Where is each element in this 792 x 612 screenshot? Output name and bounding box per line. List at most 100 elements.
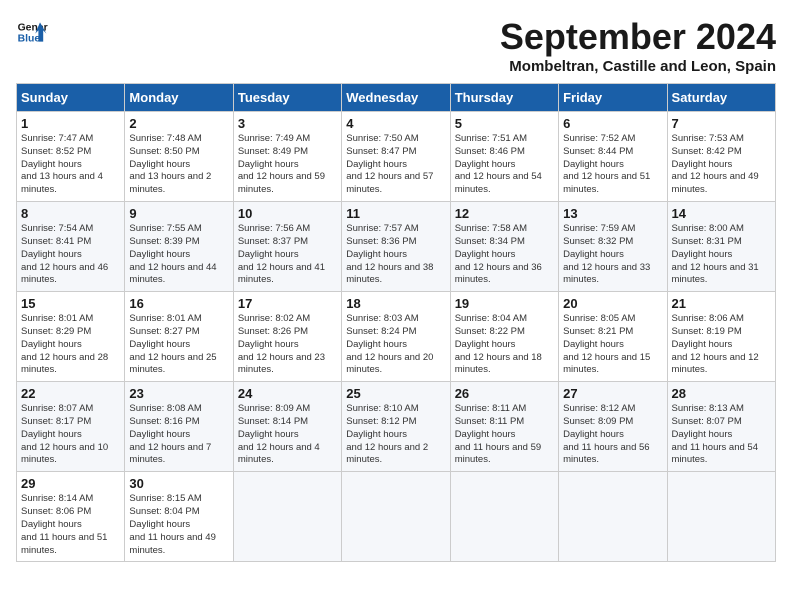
day-number: 11 bbox=[346, 206, 445, 221]
day-info: Sunrise: 7:57 AM Sunset: 8:36 PM Dayligh… bbox=[346, 223, 445, 287]
day-info: Sunrise: 8:01 AM Sunset: 8:29 PM Dayligh… bbox=[21, 313, 120, 377]
day-number: 17 bbox=[238, 296, 337, 311]
table-row bbox=[342, 472, 450, 562]
day-number: 21 bbox=[672, 296, 771, 311]
day-info: Sunrise: 8:13 AM Sunset: 8:07 PM Dayligh… bbox=[672, 403, 771, 467]
table-row: 20 Sunrise: 8:05 AM Sunset: 8:21 PM Dayl… bbox=[559, 292, 667, 382]
day-info: Sunrise: 7:49 AM Sunset: 8:49 PM Dayligh… bbox=[238, 133, 337, 197]
day-number: 15 bbox=[21, 296, 120, 311]
day-number: 8 bbox=[21, 206, 120, 221]
table-row: 24 Sunrise: 8:09 AM Sunset: 8:14 PM Dayl… bbox=[233, 382, 341, 472]
month-title: September 2024 bbox=[500, 16, 776, 58]
table-row: 22 Sunrise: 8:07 AM Sunset: 8:17 PM Dayl… bbox=[17, 382, 125, 472]
table-row: 16 Sunrise: 8:01 AM Sunset: 8:27 PM Dayl… bbox=[125, 292, 233, 382]
location-title: Mombeltran, Castille and Leon, Spain bbox=[500, 58, 776, 75]
day-info: Sunrise: 8:14 AM Sunset: 8:06 PM Dayligh… bbox=[21, 493, 120, 557]
day-number: 4 bbox=[346, 116, 445, 131]
title-area: September 2024 Mombeltran, Castille and … bbox=[500, 16, 776, 75]
table-row: 30 Sunrise: 8:15 AM Sunset: 8:04 PM Dayl… bbox=[125, 472, 233, 562]
day-number: 18 bbox=[346, 296, 445, 311]
day-info: Sunrise: 8:00 AM Sunset: 8:31 PM Dayligh… bbox=[672, 223, 771, 287]
day-info: Sunrise: 7:50 AM Sunset: 8:47 PM Dayligh… bbox=[346, 133, 445, 197]
table-row: 3 Sunrise: 7:49 AM Sunset: 8:49 PM Dayli… bbox=[233, 112, 341, 202]
day-number: 9 bbox=[129, 206, 228, 221]
table-row: 12 Sunrise: 7:58 AM Sunset: 8:34 PM Dayl… bbox=[450, 202, 558, 292]
calendar-table: Sunday Monday Tuesday Wednesday Thursday… bbox=[16, 83, 776, 562]
day-number: 14 bbox=[672, 206, 771, 221]
table-row: 8 Sunrise: 7:54 AM Sunset: 8:41 PM Dayli… bbox=[17, 202, 125, 292]
day-number: 7 bbox=[672, 116, 771, 131]
table-row bbox=[667, 472, 775, 562]
day-number: 3 bbox=[238, 116, 337, 131]
table-row: 5 Sunrise: 7:51 AM Sunset: 8:46 PM Dayli… bbox=[450, 112, 558, 202]
day-info: Sunrise: 8:06 AM Sunset: 8:19 PM Dayligh… bbox=[672, 313, 771, 377]
table-row: 6 Sunrise: 7:52 AM Sunset: 8:44 PM Dayli… bbox=[559, 112, 667, 202]
table-row: 25 Sunrise: 8:10 AM Sunset: 8:12 PM Dayl… bbox=[342, 382, 450, 472]
day-number: 20 bbox=[563, 296, 662, 311]
table-row: 1 Sunrise: 7:47 AM Sunset: 8:52 PM Dayli… bbox=[17, 112, 125, 202]
day-info: Sunrise: 8:08 AM Sunset: 8:16 PM Dayligh… bbox=[129, 403, 228, 467]
day-number: 19 bbox=[455, 296, 554, 311]
table-row: 28 Sunrise: 8:13 AM Sunset: 8:07 PM Dayl… bbox=[667, 382, 775, 472]
table-row: 29 Sunrise: 8:14 AM Sunset: 8:06 PM Dayl… bbox=[17, 472, 125, 562]
calendar-week-row: 22 Sunrise: 8:07 AM Sunset: 8:17 PM Dayl… bbox=[17, 382, 776, 472]
day-number: 2 bbox=[129, 116, 228, 131]
day-number: 22 bbox=[21, 386, 120, 401]
col-tuesday: Tuesday bbox=[233, 84, 341, 112]
day-number: 6 bbox=[563, 116, 662, 131]
day-info: Sunrise: 8:12 AM Sunset: 8:09 PM Dayligh… bbox=[563, 403, 662, 467]
day-info: Sunrise: 8:02 AM Sunset: 8:26 PM Dayligh… bbox=[238, 313, 337, 377]
col-monday: Monday bbox=[125, 84, 233, 112]
day-info: Sunrise: 7:53 AM Sunset: 8:42 PM Dayligh… bbox=[672, 133, 771, 197]
table-row: 27 Sunrise: 8:12 AM Sunset: 8:09 PM Dayl… bbox=[559, 382, 667, 472]
day-info: Sunrise: 7:47 AM Sunset: 8:52 PM Dayligh… bbox=[21, 133, 120, 197]
logo: General Blue bbox=[16, 16, 48, 48]
day-info: Sunrise: 8:01 AM Sunset: 8:27 PM Dayligh… bbox=[129, 313, 228, 377]
calendar-week-row: 29 Sunrise: 8:14 AM Sunset: 8:06 PM Dayl… bbox=[17, 472, 776, 562]
table-row: 9 Sunrise: 7:55 AM Sunset: 8:39 PM Dayli… bbox=[125, 202, 233, 292]
table-row: 13 Sunrise: 7:59 AM Sunset: 8:32 PM Dayl… bbox=[559, 202, 667, 292]
day-number: 26 bbox=[455, 386, 554, 401]
day-info: Sunrise: 7:51 AM Sunset: 8:46 PM Dayligh… bbox=[455, 133, 554, 197]
calendar-week-row: 1 Sunrise: 7:47 AM Sunset: 8:52 PM Dayli… bbox=[17, 112, 776, 202]
day-info: Sunrise: 7:58 AM Sunset: 8:34 PM Dayligh… bbox=[455, 223, 554, 287]
day-info: Sunrise: 8:07 AM Sunset: 8:17 PM Dayligh… bbox=[21, 403, 120, 467]
day-info: Sunrise: 7:56 AM Sunset: 8:37 PM Dayligh… bbox=[238, 223, 337, 287]
calendar-week-row: 15 Sunrise: 8:01 AM Sunset: 8:29 PM Dayl… bbox=[17, 292, 776, 382]
day-info: Sunrise: 7:59 AM Sunset: 8:32 PM Dayligh… bbox=[563, 223, 662, 287]
day-number: 24 bbox=[238, 386, 337, 401]
calendar-header-row: Sunday Monday Tuesday Wednesday Thursday… bbox=[17, 84, 776, 112]
table-row: 26 Sunrise: 8:11 AM Sunset: 8:11 PM Dayl… bbox=[450, 382, 558, 472]
table-row bbox=[450, 472, 558, 562]
day-info: Sunrise: 8:09 AM Sunset: 8:14 PM Dayligh… bbox=[238, 403, 337, 467]
table-row: 21 Sunrise: 8:06 AM Sunset: 8:19 PM Dayl… bbox=[667, 292, 775, 382]
table-row: 18 Sunrise: 8:03 AM Sunset: 8:24 PM Dayl… bbox=[342, 292, 450, 382]
day-number: 27 bbox=[563, 386, 662, 401]
table-row: 4 Sunrise: 7:50 AM Sunset: 8:47 PM Dayli… bbox=[342, 112, 450, 202]
table-row: 14 Sunrise: 8:00 AM Sunset: 8:31 PM Dayl… bbox=[667, 202, 775, 292]
day-number: 5 bbox=[455, 116, 554, 131]
day-info: Sunrise: 7:52 AM Sunset: 8:44 PM Dayligh… bbox=[563, 133, 662, 197]
col-thursday: Thursday bbox=[450, 84, 558, 112]
day-number: 29 bbox=[21, 476, 120, 491]
svg-text:General: General bbox=[18, 22, 48, 33]
svg-text:Blue: Blue bbox=[18, 34, 41, 45]
day-info: Sunrise: 8:10 AM Sunset: 8:12 PM Dayligh… bbox=[346, 403, 445, 467]
page-header: General Blue September 2024 Mombeltran, … bbox=[16, 16, 776, 75]
day-info: Sunrise: 8:04 AM Sunset: 8:22 PM Dayligh… bbox=[455, 313, 554, 377]
day-info: Sunrise: 8:05 AM Sunset: 8:21 PM Dayligh… bbox=[563, 313, 662, 377]
day-info: Sunrise: 7:48 AM Sunset: 8:50 PM Dayligh… bbox=[129, 133, 228, 197]
col-wednesday: Wednesday bbox=[342, 84, 450, 112]
day-number: 13 bbox=[563, 206, 662, 221]
day-number: 16 bbox=[129, 296, 228, 311]
day-number: 23 bbox=[129, 386, 228, 401]
table-row bbox=[233, 472, 341, 562]
day-info: Sunrise: 7:55 AM Sunset: 8:39 PM Dayligh… bbox=[129, 223, 228, 287]
col-saturday: Saturday bbox=[667, 84, 775, 112]
day-info: Sunrise: 8:15 AM Sunset: 8:04 PM Dayligh… bbox=[129, 493, 228, 557]
day-number: 25 bbox=[346, 386, 445, 401]
table-row bbox=[559, 472, 667, 562]
table-row: 10 Sunrise: 7:56 AM Sunset: 8:37 PM Dayl… bbox=[233, 202, 341, 292]
day-info: Sunrise: 8:11 AM Sunset: 8:11 PM Dayligh… bbox=[455, 403, 554, 467]
logo-icon: General Blue bbox=[16, 16, 48, 48]
